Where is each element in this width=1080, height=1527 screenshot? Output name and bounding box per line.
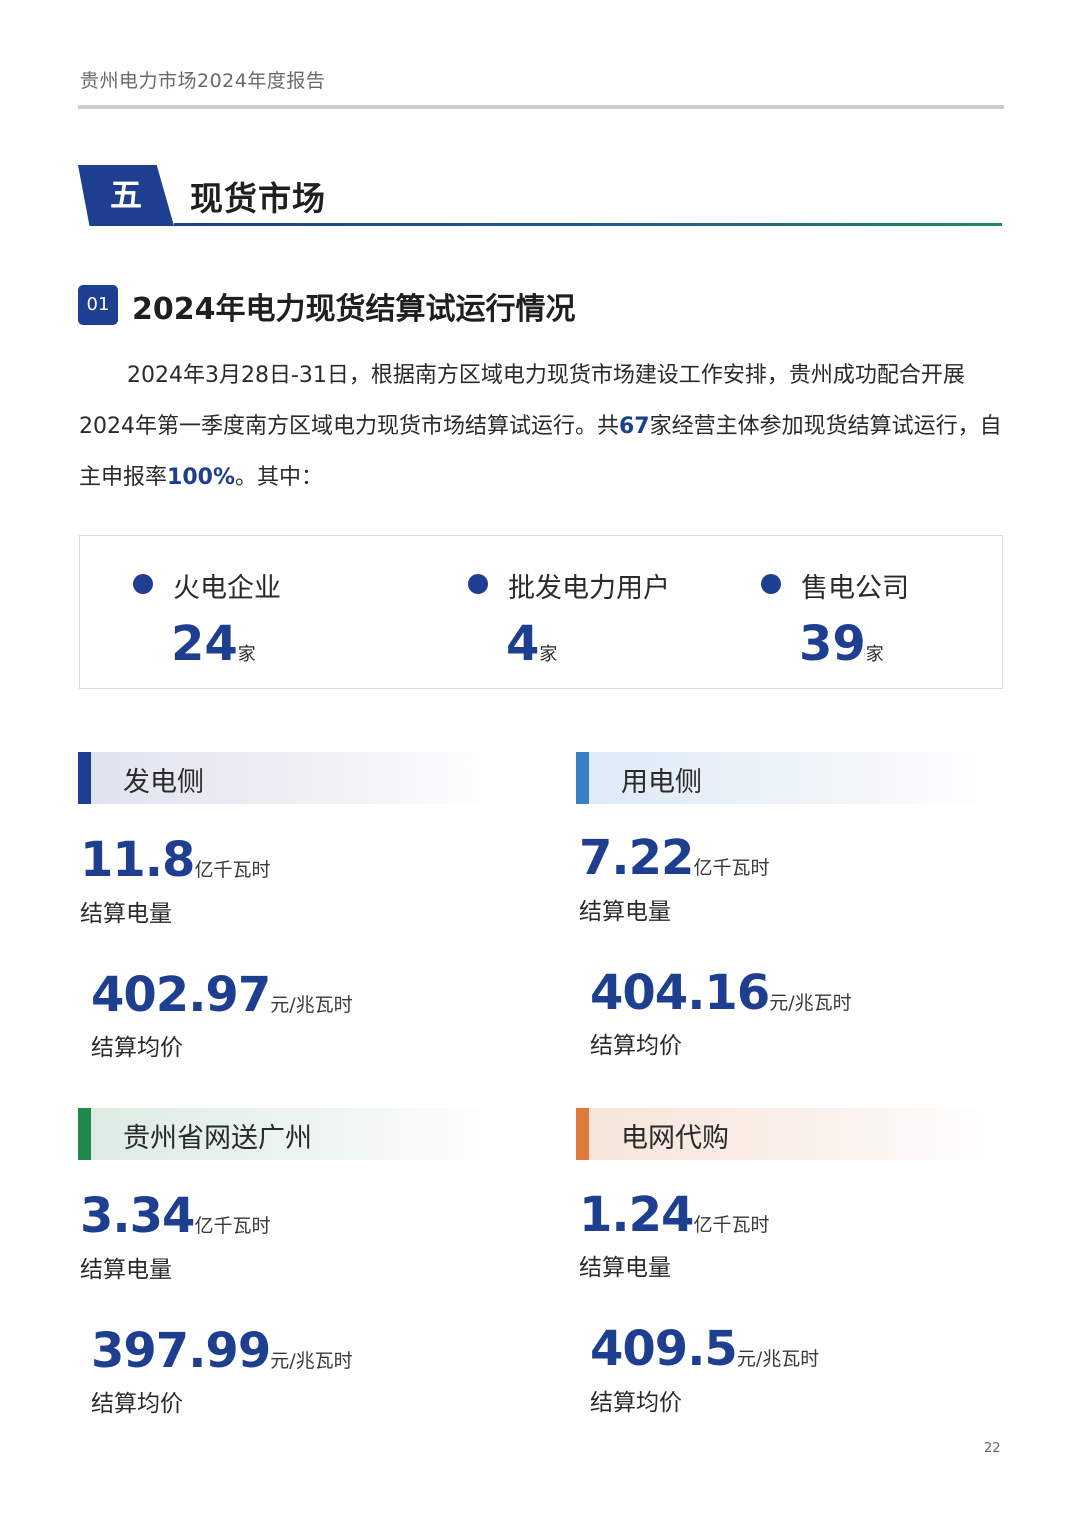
category-header-grid-agency: 电网代购 bbox=[576, 1108, 996, 1160]
report-title: 贵州电力市场2024年度报告 bbox=[80, 70, 326, 92]
generation-energy-value: 11.8亿千瓦时 bbox=[80, 832, 271, 888]
participant-unit: 家 bbox=[237, 644, 256, 665]
participant-label: 售电公司 bbox=[761, 566, 909, 605]
section-divider bbox=[174, 223, 1002, 226]
guangzhou-price-value: 397.99元/兆瓦时 bbox=[91, 1323, 353, 1379]
category-title: 贵州省网送广州 bbox=[123, 1123, 312, 1154]
category-title: 电网代购 bbox=[621, 1123, 729, 1154]
generation-energy-label: 结算电量 bbox=[80, 901, 172, 927]
participant-unit: 家 bbox=[539, 644, 558, 665]
bullet-icon bbox=[468, 574, 488, 594]
category-stripe bbox=[78, 1108, 91, 1160]
guangzhou-energy-label: 结算电量 bbox=[80, 1257, 172, 1283]
guangzhou-price-label: 结算均价 bbox=[91, 1391, 183, 1417]
participant-count: 39 bbox=[799, 616, 866, 672]
category-stripe bbox=[576, 1108, 589, 1160]
generation-price-label: 结算均价 bbox=[91, 1035, 183, 1061]
category-header-guangzhou: 贵州省网送广州 bbox=[78, 1108, 498, 1160]
declare-rate: 100% bbox=[167, 465, 235, 490]
section-number-badge: 五 bbox=[78, 165, 174, 226]
entity-count: 67 bbox=[619, 414, 650, 439]
participant-value: 39家 bbox=[799, 616, 884, 672]
participant-count-panel: 火电企业 24家 批发电力用户 4家 售电公司 39家 bbox=[79, 535, 1003, 689]
participant-value: 4家 bbox=[506, 616, 557, 672]
consumption-price-value: 404.16元/兆瓦时 bbox=[590, 965, 852, 1021]
category-header-generation: 发电侧 bbox=[78, 752, 498, 804]
participant-value: 24家 bbox=[171, 616, 256, 672]
intro-text-3: 。其中： bbox=[234, 465, 323, 490]
grid-agency-energy-value: 1.24亿千瓦时 bbox=[579, 1187, 770, 1243]
grid-agency-energy-label: 结算电量 bbox=[579, 1255, 671, 1281]
bullet-icon bbox=[133, 574, 153, 594]
header-divider bbox=[78, 105, 1004, 109]
grid-agency-price-label: 结算均价 bbox=[590, 1390, 682, 1416]
participant-unit: 家 bbox=[865, 644, 884, 665]
bullet-icon bbox=[761, 574, 781, 594]
consumption-energy-label: 结算电量 bbox=[579, 899, 671, 925]
category-title: 用电侧 bbox=[621, 767, 702, 798]
page-number: 22 bbox=[984, 1441, 1001, 1456]
guangzhou-energy-value: 3.34亿千瓦时 bbox=[80, 1188, 271, 1244]
participant-count: 4 bbox=[506, 616, 540, 672]
section-title: 现货市场 bbox=[190, 179, 326, 218]
subsection-title: 2024年电力现货结算试运行情况 bbox=[132, 292, 576, 327]
participant-label: 火电企业 bbox=[133, 566, 281, 605]
consumption-energy-value: 7.22亿千瓦时 bbox=[579, 830, 770, 886]
participant-count: 24 bbox=[171, 616, 238, 672]
intro-paragraph: 2024年3月28日-31日，根据南方区域电力现货市场建设工作安排，贵州成功配合… bbox=[79, 350, 1009, 503]
category-stripe bbox=[576, 752, 589, 804]
grid-agency-price-value: 409.5元/兆瓦时 bbox=[590, 1321, 820, 1377]
subsection-number-badge: 01 bbox=[78, 285, 118, 325]
category-title: 发电侧 bbox=[123, 767, 204, 798]
category-stripe bbox=[78, 752, 91, 804]
category-header-consumption: 用电侧 bbox=[576, 752, 996, 804]
participant-label: 批发电力用户 bbox=[468, 566, 670, 605]
consumption-price-label: 结算均价 bbox=[590, 1033, 682, 1059]
generation-price-value: 402.97元/兆瓦时 bbox=[91, 967, 353, 1023]
